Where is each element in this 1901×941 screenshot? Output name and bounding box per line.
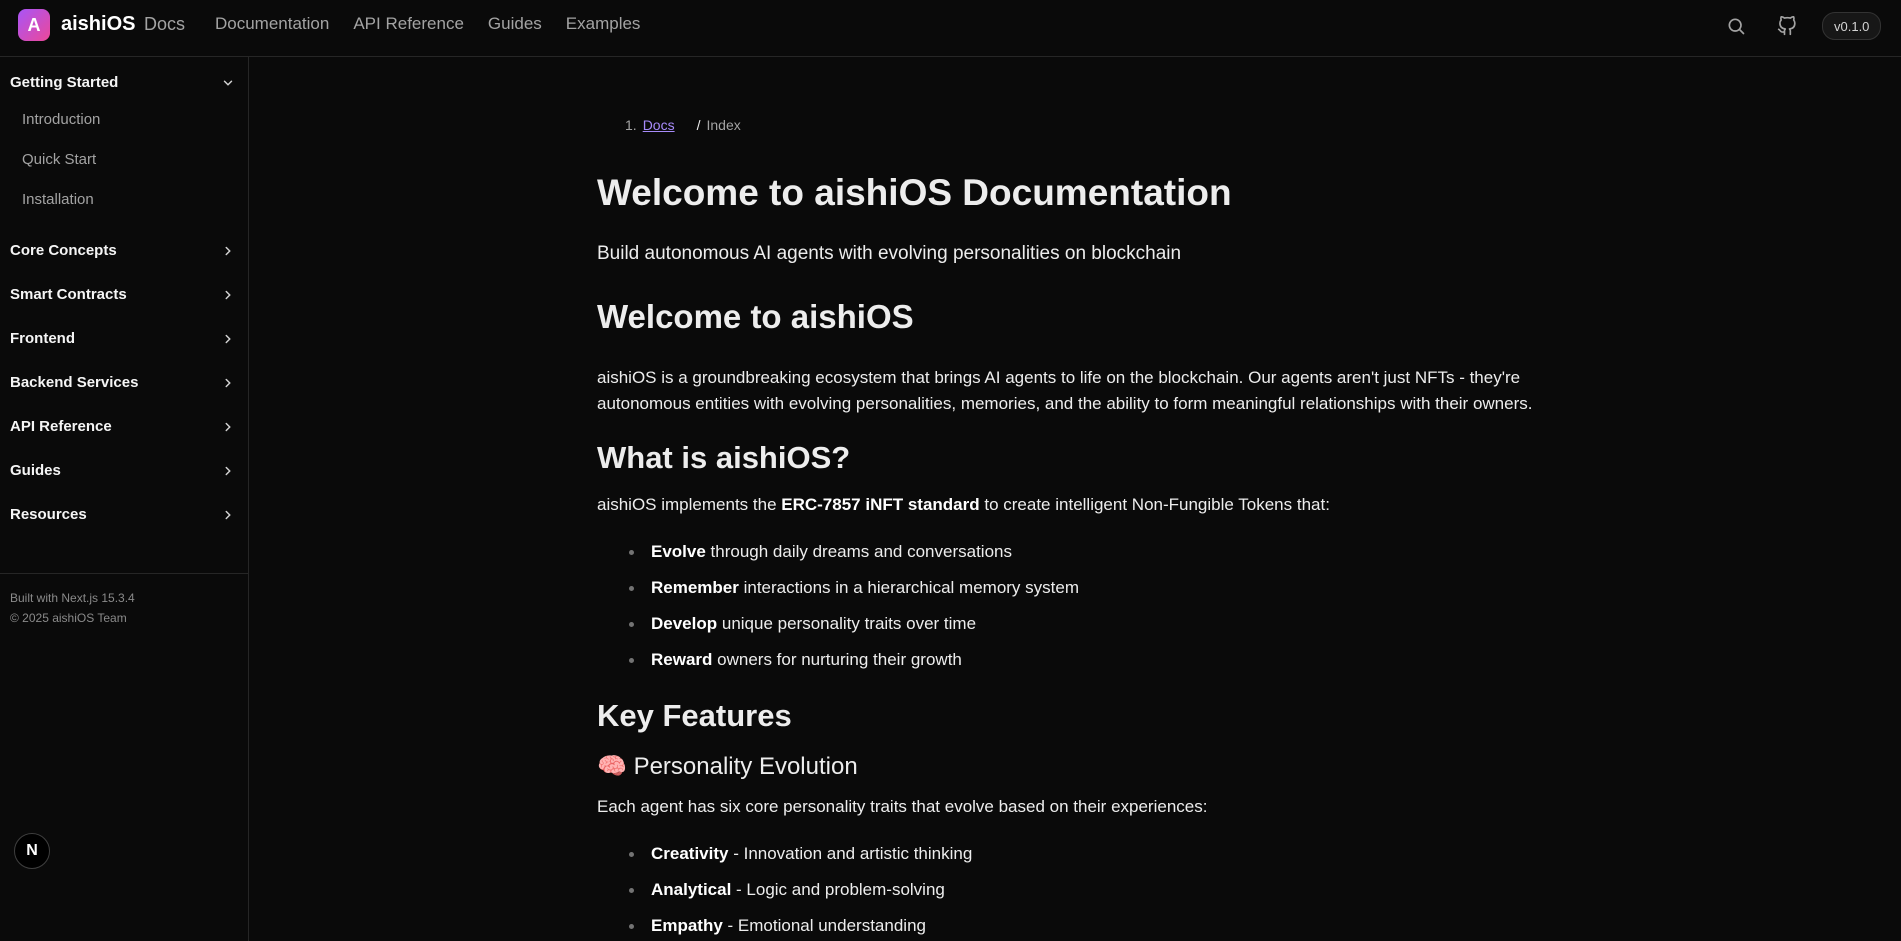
section-label: Frontend [10, 330, 75, 347]
list-item: Evolve through daily dreams and conversa… [629, 542, 1012, 562]
breadcrumb-docs-link[interactable]: Docs [643, 117, 675, 133]
next-badge-letter: N [26, 842, 38, 859]
sidebar-section-smart-contracts[interactable]: Smart Contracts [10, 286, 235, 303]
breadcrumb-current: Index [706, 117, 741, 133]
top-nav-bar: A aishiOS Docs Documentation API Referen… [0, 0, 1901, 57]
what-paragraph: aishiOS implements the ERC-7857 iNFT sta… [597, 492, 1577, 518]
logo-letter: A [27, 14, 41, 35]
sidebar-section-core-concepts[interactable]: Core Concepts [10, 242, 235, 259]
page-subtitle: Build autonomous AI agents with evolving… [597, 243, 1182, 264]
list-item-text: unique personality traits over time [717, 614, 977, 633]
list-item-text: interactions in a hierarchical memory sy… [738, 578, 1079, 597]
version-badge[interactable]: v0.1.0 [1822, 12, 1882, 40]
list-item-text: - Logic and problem-solving [731, 880, 945, 899]
section-label: Guides [10, 462, 61, 479]
what-post: to create intelligent Non-Fungible Token… [979, 495, 1330, 514]
heading-key-features: Key Features [597, 698, 792, 733]
list-item: Analytical - Logic and problem-solving [629, 880, 945, 900]
what-bold: ERC-7857 iNFT standard [781, 495, 980, 514]
list-item: Empathy - Emotional understanding [629, 916, 926, 936]
github-icon[interactable] [1775, 14, 1799, 38]
nav-api-reference[interactable]: API Reference [353, 14, 464, 34]
nextjs-dev-badge[interactable]: N [14, 833, 50, 869]
chevron-right-icon [225, 466, 231, 475]
brand-logo[interactable]: A [18, 9, 50, 41]
section-label: Backend Services [10, 374, 139, 391]
breadcrumb-separator: / [696, 117, 701, 133]
copyright-text: © 2025 aishiOS Team [10, 611, 127, 625]
intro-line-2: autonomous entities with evolving person… [597, 394, 1533, 413]
section-label: Resources [10, 506, 87, 523]
sidebar-divider [0, 573, 248, 574]
list-item-bold: Reward [651, 650, 713, 669]
breadcrumb-index: 1. [625, 117, 637, 133]
personality-paragraph: Each agent has six core personality trai… [597, 797, 1208, 816]
list-item-text: through daily dreams and conversations [705, 542, 1012, 561]
heading-text: Personality Evolution [633, 753, 858, 780]
sidebar-section-getting-started[interactable]: Getting Started [10, 74, 235, 91]
brain-icon: 🧠 [597, 753, 627, 780]
list-item-text: owners for nurturing their growth [712, 650, 962, 669]
chevron-right-icon [225, 246, 231, 255]
nav-guides[interactable]: Guides [488, 14, 542, 34]
list-item-text: - Innovation and artistic thinking [728, 844, 973, 863]
sidebar-item-quick-start[interactable]: Quick Start [22, 151, 96, 168]
brand-docs-label[interactable]: Docs [144, 14, 185, 35]
brand-name[interactable]: aishiOS [61, 13, 135, 36]
breadcrumb: 1. Docs / Index [625, 117, 741, 133]
sidebar-item-installation[interactable]: Installation [22, 191, 94, 208]
list-item-text: - Emotional understanding [722, 916, 926, 935]
sidebar: Getting Started Introduction Quick Start… [0, 57, 249, 941]
list-item-bold: Remember [651, 578, 739, 597]
heading-personality-evolution: 🧠 Personality Evolution [597, 752, 858, 781]
list-item-bold: Evolve [651, 542, 706, 561]
sidebar-section-resources[interactable]: Resources [10, 506, 235, 523]
search-icon[interactable] [1724, 14, 1748, 38]
chevron-right-icon [225, 378, 231, 387]
built-with-text: Built with Next.js 15.3.4 [10, 591, 135, 605]
heading-what-is: What is aishiOS? [597, 440, 851, 475]
section-label: Getting Started [10, 74, 119, 91]
list-item-bold: Empathy [651, 916, 723, 935]
list-item-bold: Analytical [651, 880, 732, 899]
list-item-bold: Develop [651, 614, 718, 633]
chevron-right-icon [225, 334, 231, 343]
section-label: Smart Contracts [10, 286, 127, 303]
list-item: Remember interactions in a hierarchical … [629, 578, 1079, 598]
sidebar-section-frontend[interactable]: Frontend [10, 330, 235, 347]
chevron-right-icon [225, 290, 231, 299]
sidebar-section-api-reference[interactable]: API Reference [10, 418, 235, 435]
main-nav: Documentation API Reference Guides Examp… [215, 14, 640, 34]
section-label: API Reference [10, 418, 112, 435]
list-item: Develop unique personality traits over t… [628, 614, 977, 634]
section-label: Core Concepts [10, 242, 117, 259]
list-item-bold: Creativity [651, 844, 729, 863]
list-item: Creativity - Innovation and artistic thi… [628, 844, 973, 864]
chevron-right-icon [225, 422, 231, 431]
intro-paragraph: aishiOS is a groundbreaking ecosystem th… [597, 365, 1577, 417]
what-pre: aishiOS implements the [597, 495, 782, 514]
nav-documentation[interactable]: Documentation [215, 14, 329, 34]
intro-line-1: aishiOS is a groundbreaking ecosystem th… [597, 368, 1521, 387]
list-item: Reward owners for nurturing their growth [629, 650, 962, 670]
heading-welcome: Welcome to aishiOS [597, 298, 914, 335]
chevron-right-icon [225, 510, 231, 519]
page-title: Welcome to aishiOS Documentation [597, 172, 1232, 213]
sidebar-section-guides[interactable]: Guides [10, 462, 235, 479]
sidebar-section-backend-services[interactable]: Backend Services [10, 374, 235, 391]
nav-examples[interactable]: Examples [566, 14, 641, 34]
chevron-down-icon [223, 80, 233, 86]
sidebar-item-introduction[interactable]: Introduction [22, 111, 100, 128]
